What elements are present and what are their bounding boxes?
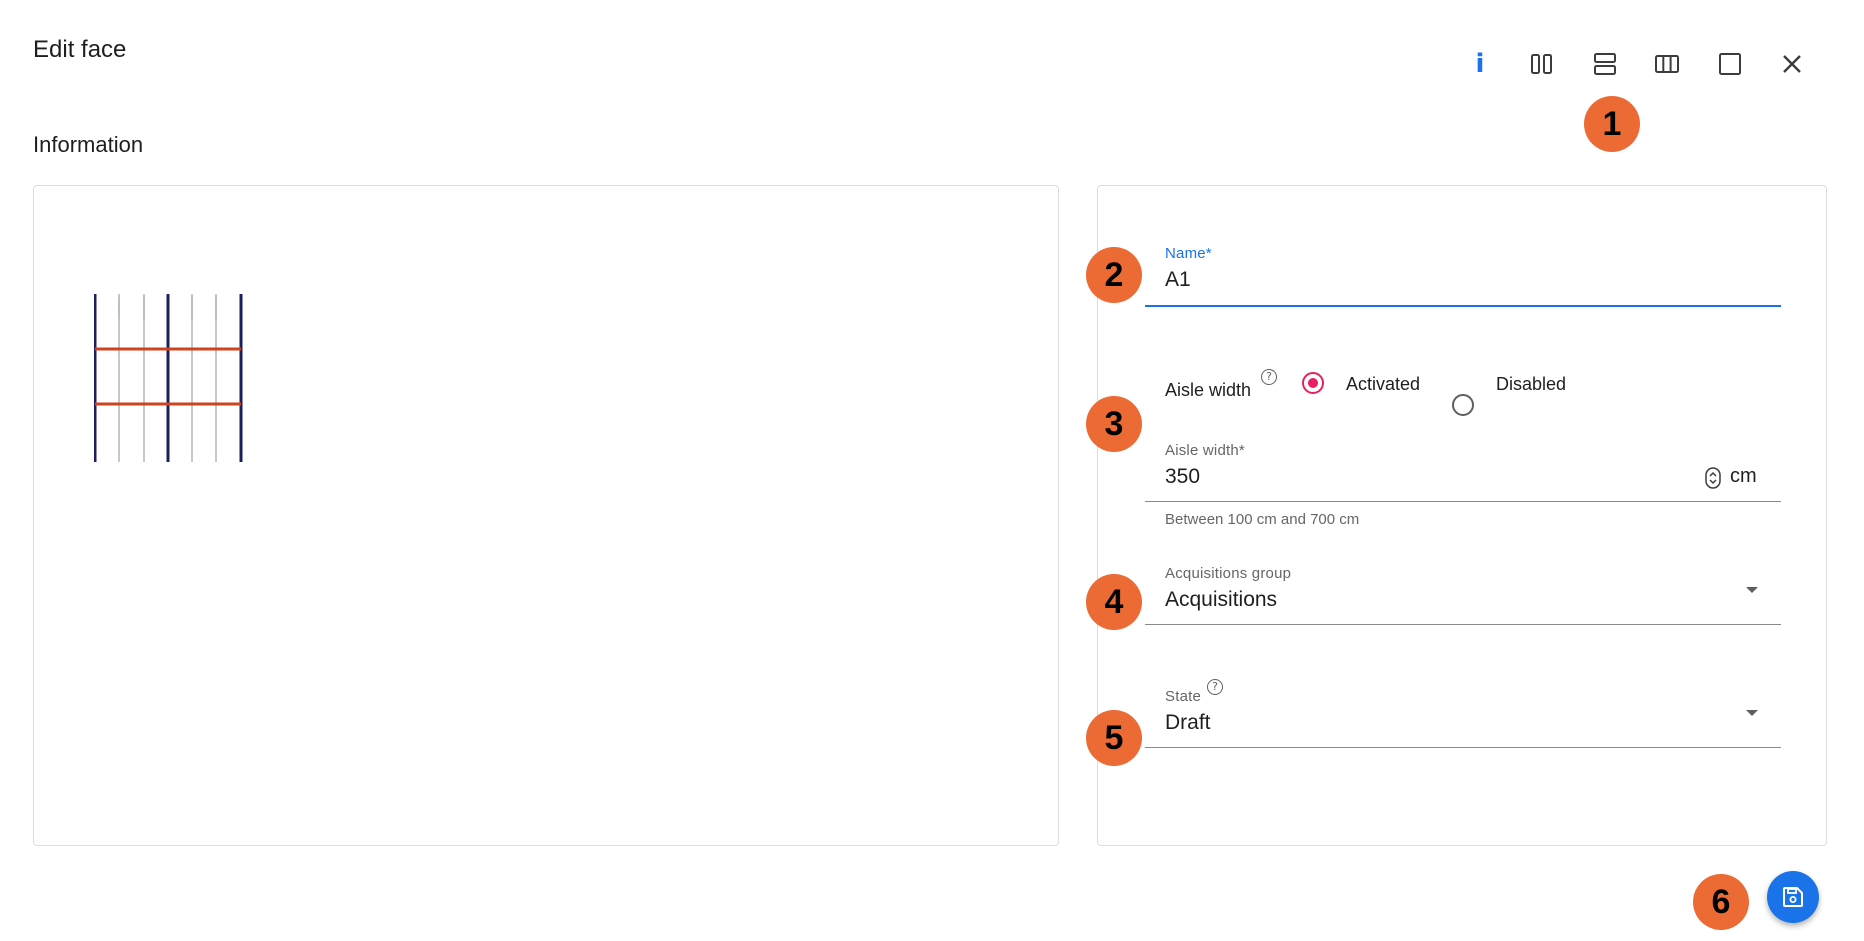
number-stepper-icon[interactable] <box>1705 467 1721 489</box>
two-rows-icon[interactable] <box>1585 44 1625 84</box>
state-label: State <box>1165 688 1202 705</box>
badge-3: 3 <box>1086 396 1142 452</box>
radio-activated-label: Activated <box>1346 374 1421 394</box>
acquisitions-group-select[interactable]: Acquisitions <box>1165 588 1277 612</box>
view-toolbar: i <box>1460 44 1820 84</box>
name-underline <box>1145 305 1781 307</box>
rack-diagram <box>94 294 243 462</box>
single-pane-icon[interactable] <box>1710 44 1750 84</box>
name-label: Name* <box>1165 245 1212 262</box>
page-title: Edit face <box>33 36 127 63</box>
aisle-width-underline <box>1145 501 1781 502</box>
badge-5: 5 <box>1086 710 1142 766</box>
three-columns-icon[interactable] <box>1647 44 1687 84</box>
section-title: Information <box>33 132 144 157</box>
chevron-down-icon[interactable] <box>1746 710 1758 716</box>
state-underline <box>1145 747 1781 748</box>
face-preview-panel <box>33 185 1059 846</box>
help-icon[interactable]: ? <box>1207 679 1223 695</box>
radio-disabled-label: Disabled <box>1496 374 1567 394</box>
help-icon[interactable]: ? <box>1261 369 1277 385</box>
close-icon[interactable] <box>1772 44 1812 84</box>
radio-disabled[interactable] <box>1452 394 1474 416</box>
badge-1: 1 <box>1584 96 1640 152</box>
acquisitions-group-underline <box>1145 624 1781 625</box>
aisle-width-input[interactable]: 350 <box>1165 465 1200 489</box>
badge-4: 4 <box>1086 574 1142 630</box>
name-input[interactable]: A1 <box>1165 268 1191 292</box>
info-icon[interactable]: i <box>1460 44 1500 84</box>
state-select[interactable]: Draft <box>1165 711 1211 735</box>
aisle-width-toggle-label: Aisle width <box>1165 380 1252 400</box>
aisle-width-label: Aisle width* <box>1165 442 1245 459</box>
save-button[interactable] <box>1767 871 1819 923</box>
aisle-width-hint: Between 100 cm and 700 cm <box>1165 511 1360 528</box>
radio-activated[interactable] <box>1302 372 1324 394</box>
acquisitions-group-label: Acquisitions group <box>1165 565 1292 582</box>
save-icon <box>1783 887 1803 907</box>
badge-2: 2 <box>1086 247 1142 303</box>
badge-6: 6 <box>1693 874 1749 930</box>
aisle-width-unit: cm <box>1730 465 1757 487</box>
two-columns-icon[interactable] <box>1522 44 1562 84</box>
chevron-down-icon[interactable] <box>1746 587 1758 593</box>
